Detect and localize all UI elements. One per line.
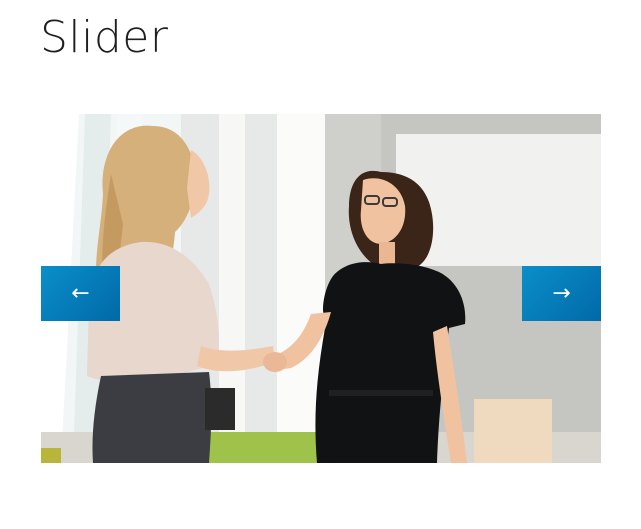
- page-title: Slider: [40, 12, 169, 63]
- arrow-left-icon: ←: [71, 281, 90, 306]
- next-slide-button[interactable]: →: [522, 266, 601, 321]
- slide-image: [41, 114, 601, 463]
- prev-slide-button[interactable]: ←: [41, 266, 120, 321]
- image-slider: ← →: [41, 114, 601, 463]
- arrow-right-icon: →: [552, 281, 571, 306]
- page: Slider ← →: [0, 0, 641, 529]
